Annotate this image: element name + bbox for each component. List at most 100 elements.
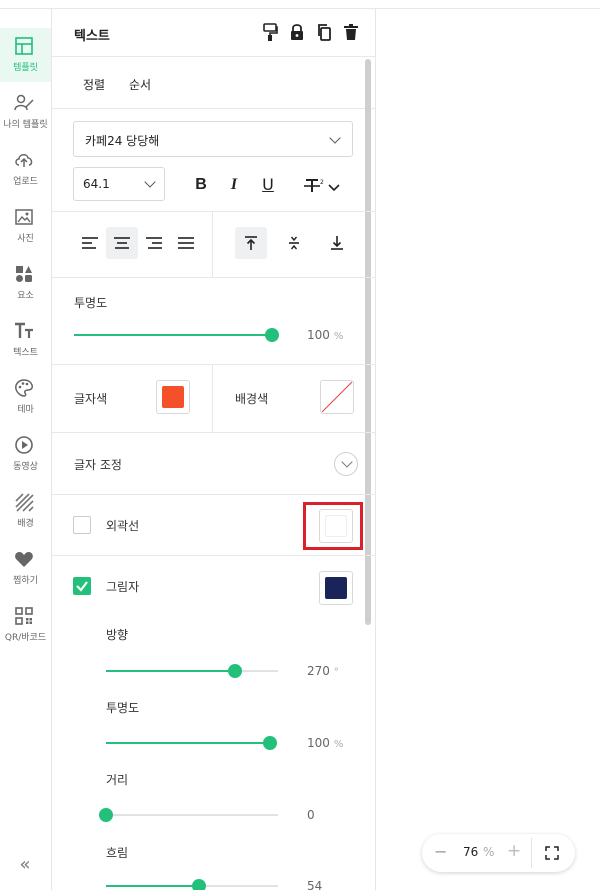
sidebar-item-qr[interactable]: QR/바코드 bbox=[0, 598, 51, 652]
text-icon bbox=[15, 322, 33, 338]
upload-icon bbox=[15, 154, 33, 167]
zoom-in-button[interactable]: + bbox=[507, 841, 521, 861]
sidebar-item-upload[interactable]: 업로드 bbox=[0, 142, 51, 196]
sidebar-item-label: 사진 bbox=[17, 234, 34, 244]
slider-knob[interactable] bbox=[263, 736, 277, 750]
sidebar-item-favorites[interactable]: 찜하기 bbox=[0, 541, 51, 595]
valign-bottom-button[interactable] bbox=[321, 227, 353, 259]
copy-icon[interactable] bbox=[316, 23, 332, 41]
shadow-direction-slider[interactable] bbox=[106, 664, 278, 678]
align-right-icon bbox=[146, 237, 162, 249]
panel-title: 텍스트 bbox=[74, 29, 110, 44]
bg-color-label: 배경색 bbox=[235, 392, 269, 406]
left-sidebar: 템플릿 나의 템플릿 업로드 사진 요소 텍스트 테마 동영상 배경 찜하기 Q… bbox=[0, 9, 52, 890]
sidebar-item-template[interactable]: 템플릿 bbox=[0, 28, 51, 82]
photo-icon bbox=[15, 209, 33, 225]
sidebar-item-background[interactable]: 배경 bbox=[0, 484, 51, 538]
slider-knob[interactable] bbox=[191, 879, 206, 890]
font-size-value: 64.1 bbox=[83, 177, 110, 191]
valign-bottom-icon bbox=[331, 236, 343, 250]
align-center-button[interactable] bbox=[106, 227, 138, 259]
align-right-button[interactable] bbox=[138, 227, 170, 259]
opacity-value-display: 100% bbox=[307, 328, 343, 342]
lock-icon[interactable] bbox=[289, 23, 305, 41]
highlight-box bbox=[303, 502, 363, 550]
zoom-out-button[interactable]: − bbox=[434, 842, 447, 861]
sidebar-item-label: 찜하기 bbox=[13, 576, 38, 586]
text-color-label: 글자색 bbox=[74, 392, 108, 406]
panel-scrollbar[interactable] bbox=[365, 59, 371, 625]
shadow-distance-slider[interactable] bbox=[99, 808, 278, 822]
sidebar-item-label: 요소 bbox=[17, 291, 34, 301]
text-color-fill bbox=[162, 386, 184, 408]
opacity-unit: % bbox=[333, 331, 344, 342]
divider bbox=[212, 364, 213, 432]
align-center-icon bbox=[114, 237, 130, 249]
underline-button[interactable]: U bbox=[255, 172, 281, 198]
strikethrough-options-icon[interactable]: 2 bbox=[303, 177, 343, 195]
shadow-opacity-slider[interactable] bbox=[106, 736, 277, 750]
shadow-direction-unit: ° bbox=[333, 667, 339, 678]
paint-format-icon[interactable] bbox=[262, 23, 278, 41]
collapse-sidebar-button[interactable]: « bbox=[14, 854, 36, 876]
shadow-checkbox[interactable] bbox=[73, 577, 91, 595]
qr-icon bbox=[15, 607, 33, 625]
divider bbox=[52, 555, 375, 556]
checkmark-icon bbox=[76, 581, 88, 592]
valign-middle-button[interactable] bbox=[278, 227, 310, 259]
shadow-opacity-unit: % bbox=[333, 739, 344, 750]
align-justify-button[interactable] bbox=[170, 227, 202, 259]
sidebar-item-label: 동영상 bbox=[13, 462, 38, 472]
sidebar-item-label: 나의 템플릿 bbox=[3, 120, 48, 130]
outline-label: 외곽선 bbox=[106, 519, 140, 533]
sidebar-item-theme[interactable]: 테마 bbox=[0, 370, 51, 424]
slider-fill bbox=[106, 670, 235, 672]
text-adjust-label: 글자 조정 bbox=[74, 458, 122, 472]
bold-button[interactable]: B bbox=[188, 172, 214, 198]
tab-order[interactable]: 순서 bbox=[129, 76, 151, 93]
divider bbox=[52, 494, 375, 495]
valign-top-button[interactable] bbox=[235, 227, 267, 259]
trash-icon[interactable] bbox=[343, 23, 359, 41]
shadow-opacity-value-display: 100% bbox=[307, 736, 343, 750]
panel-header: 텍스트 bbox=[52, 9, 375, 57]
shadow-distance-label: 거리 bbox=[106, 773, 129, 787]
slider-knob[interactable] bbox=[99, 808, 113, 822]
font-family-select[interactable]: 카페24 당당해 bbox=[73, 121, 353, 157]
divider bbox=[52, 277, 375, 278]
slider-knob[interactable] bbox=[228, 664, 242, 678]
font-size-select[interactable]: 64.1 bbox=[73, 167, 165, 201]
sidebar-item-label: 텍스트 bbox=[13, 348, 38, 358]
sidebar-item-text[interactable]: 텍스트 bbox=[0, 313, 51, 367]
outline-checkbox[interactable] bbox=[73, 516, 91, 534]
opacity-value: 100 bbox=[307, 328, 330, 342]
no-color-icon bbox=[321, 381, 353, 413]
shadow-opacity-label: 투명도 bbox=[106, 701, 140, 715]
divider bbox=[212, 211, 213, 277]
shadow-color-swatch[interactable] bbox=[319, 571, 353, 605]
shadow-direction-label: 방향 bbox=[106, 628, 129, 642]
align-left-icon bbox=[82, 237, 98, 249]
shadow-direction-value: 270 bbox=[307, 664, 330, 678]
bg-color-swatch[interactable] bbox=[320, 380, 354, 414]
sidebar-item-my-template[interactable]: 나의 템플릿 bbox=[0, 85, 51, 139]
top-bar bbox=[0, 0, 600, 9]
sidebar-item-elements[interactable]: 요소 bbox=[0, 256, 51, 310]
sidebar-item-video[interactable]: 동영상 bbox=[0, 427, 51, 481]
fullscreen-icon[interactable] bbox=[545, 846, 559, 860]
italic-button[interactable]: I bbox=[221, 172, 247, 198]
text-properties-panel: 텍스트 정렬 순서 카페24 당당해 64.1 B I U 2 투명도 100 … bbox=[52, 9, 376, 890]
shadow-blur-slider[interactable] bbox=[106, 879, 278, 890]
tab-align[interactable]: 정렬 bbox=[83, 76, 105, 93]
text-color-swatch[interactable] bbox=[156, 380, 190, 414]
align-left-button[interactable] bbox=[74, 227, 106, 259]
divider bbox=[52, 364, 375, 365]
shadow-distance-value: 0 bbox=[307, 808, 315, 822]
slider-knob[interactable] bbox=[265, 328, 279, 342]
slider-fill bbox=[74, 334, 272, 336]
text-adjust-expand-button[interactable] bbox=[334, 452, 358, 476]
sidebar-item-photo[interactable]: 사진 bbox=[0, 199, 51, 253]
zoom-value: 76 bbox=[463, 845, 479, 859]
valign-middle-icon bbox=[289, 236, 299, 250]
opacity-slider[interactable] bbox=[74, 328, 279, 342]
